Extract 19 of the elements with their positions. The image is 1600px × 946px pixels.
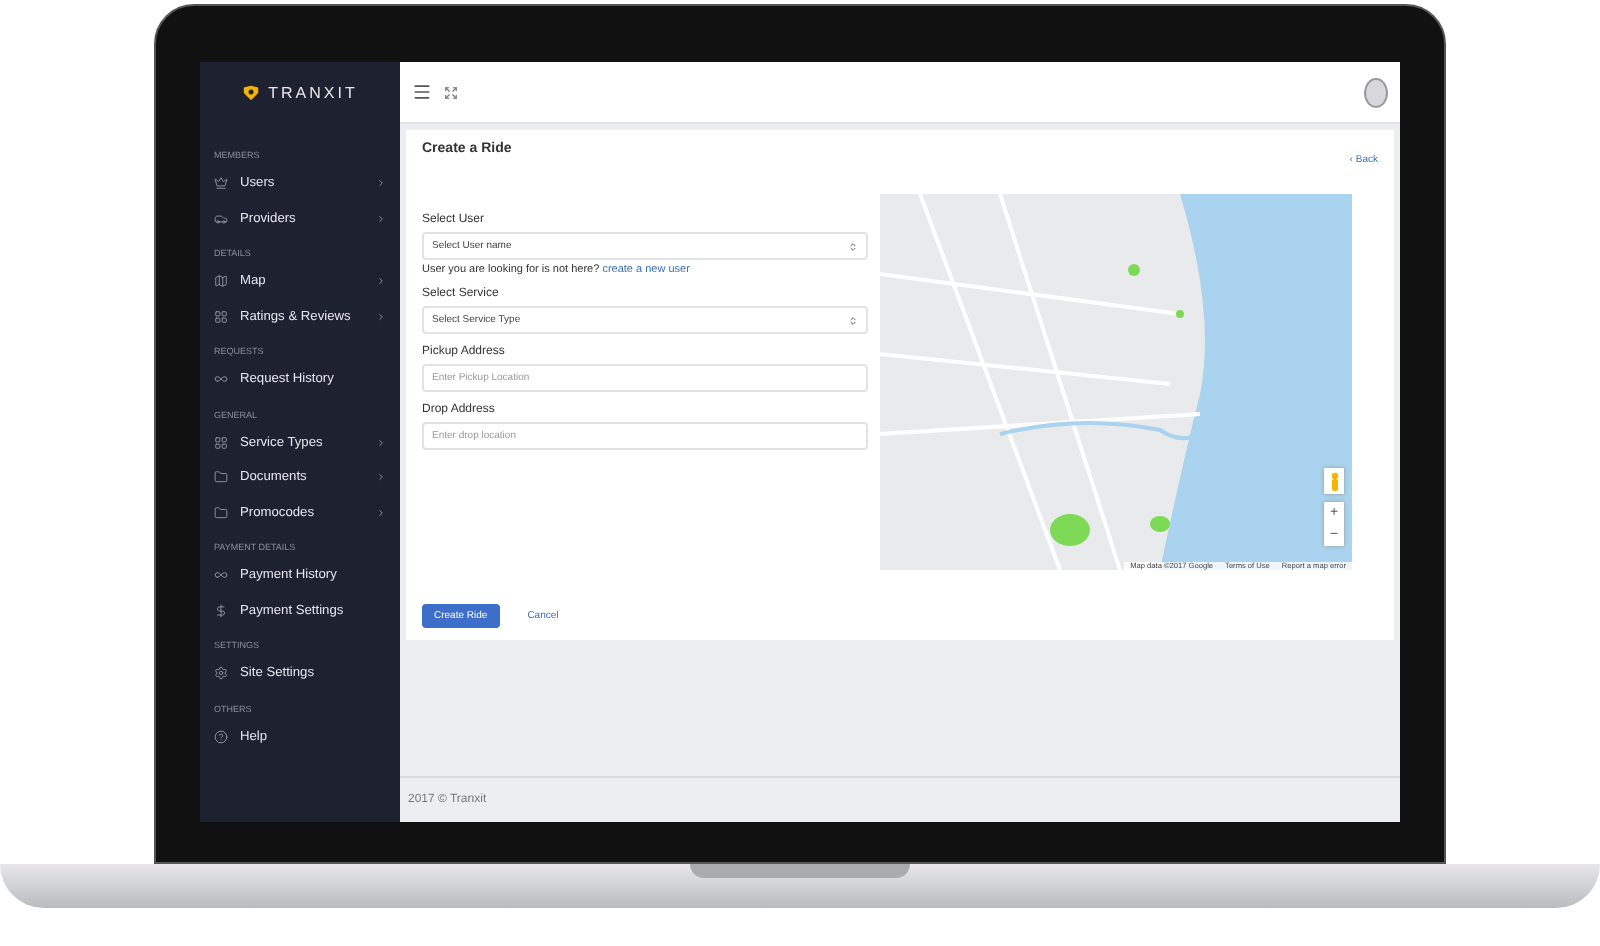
menu-icon[interactable] (412, 82, 432, 102)
settings-icon (214, 666, 228, 681)
car-icon (214, 211, 228, 226)
expand-icon[interactable] (444, 85, 458, 99)
dollar-icon (214, 603, 228, 618)
grid-icon (214, 435, 228, 450)
logo-icon (242, 83, 261, 101)
brand-name: TRANXIT (268, 83, 358, 101)
infinity-icon (214, 568, 228, 583)
grid-icon (214, 309, 228, 324)
folder-icon (214, 470, 228, 485)
infinity-icon (214, 372, 228, 387)
help-icon (214, 729, 228, 744)
crown-icon (214, 176, 228, 191)
select-arrows-icon (848, 241, 858, 251)
avatar[interactable] (1364, 77, 1388, 107)
select-arrows-icon (848, 315, 858, 325)
folder-icon (214, 505, 228, 520)
map-icon (214, 274, 228, 289)
